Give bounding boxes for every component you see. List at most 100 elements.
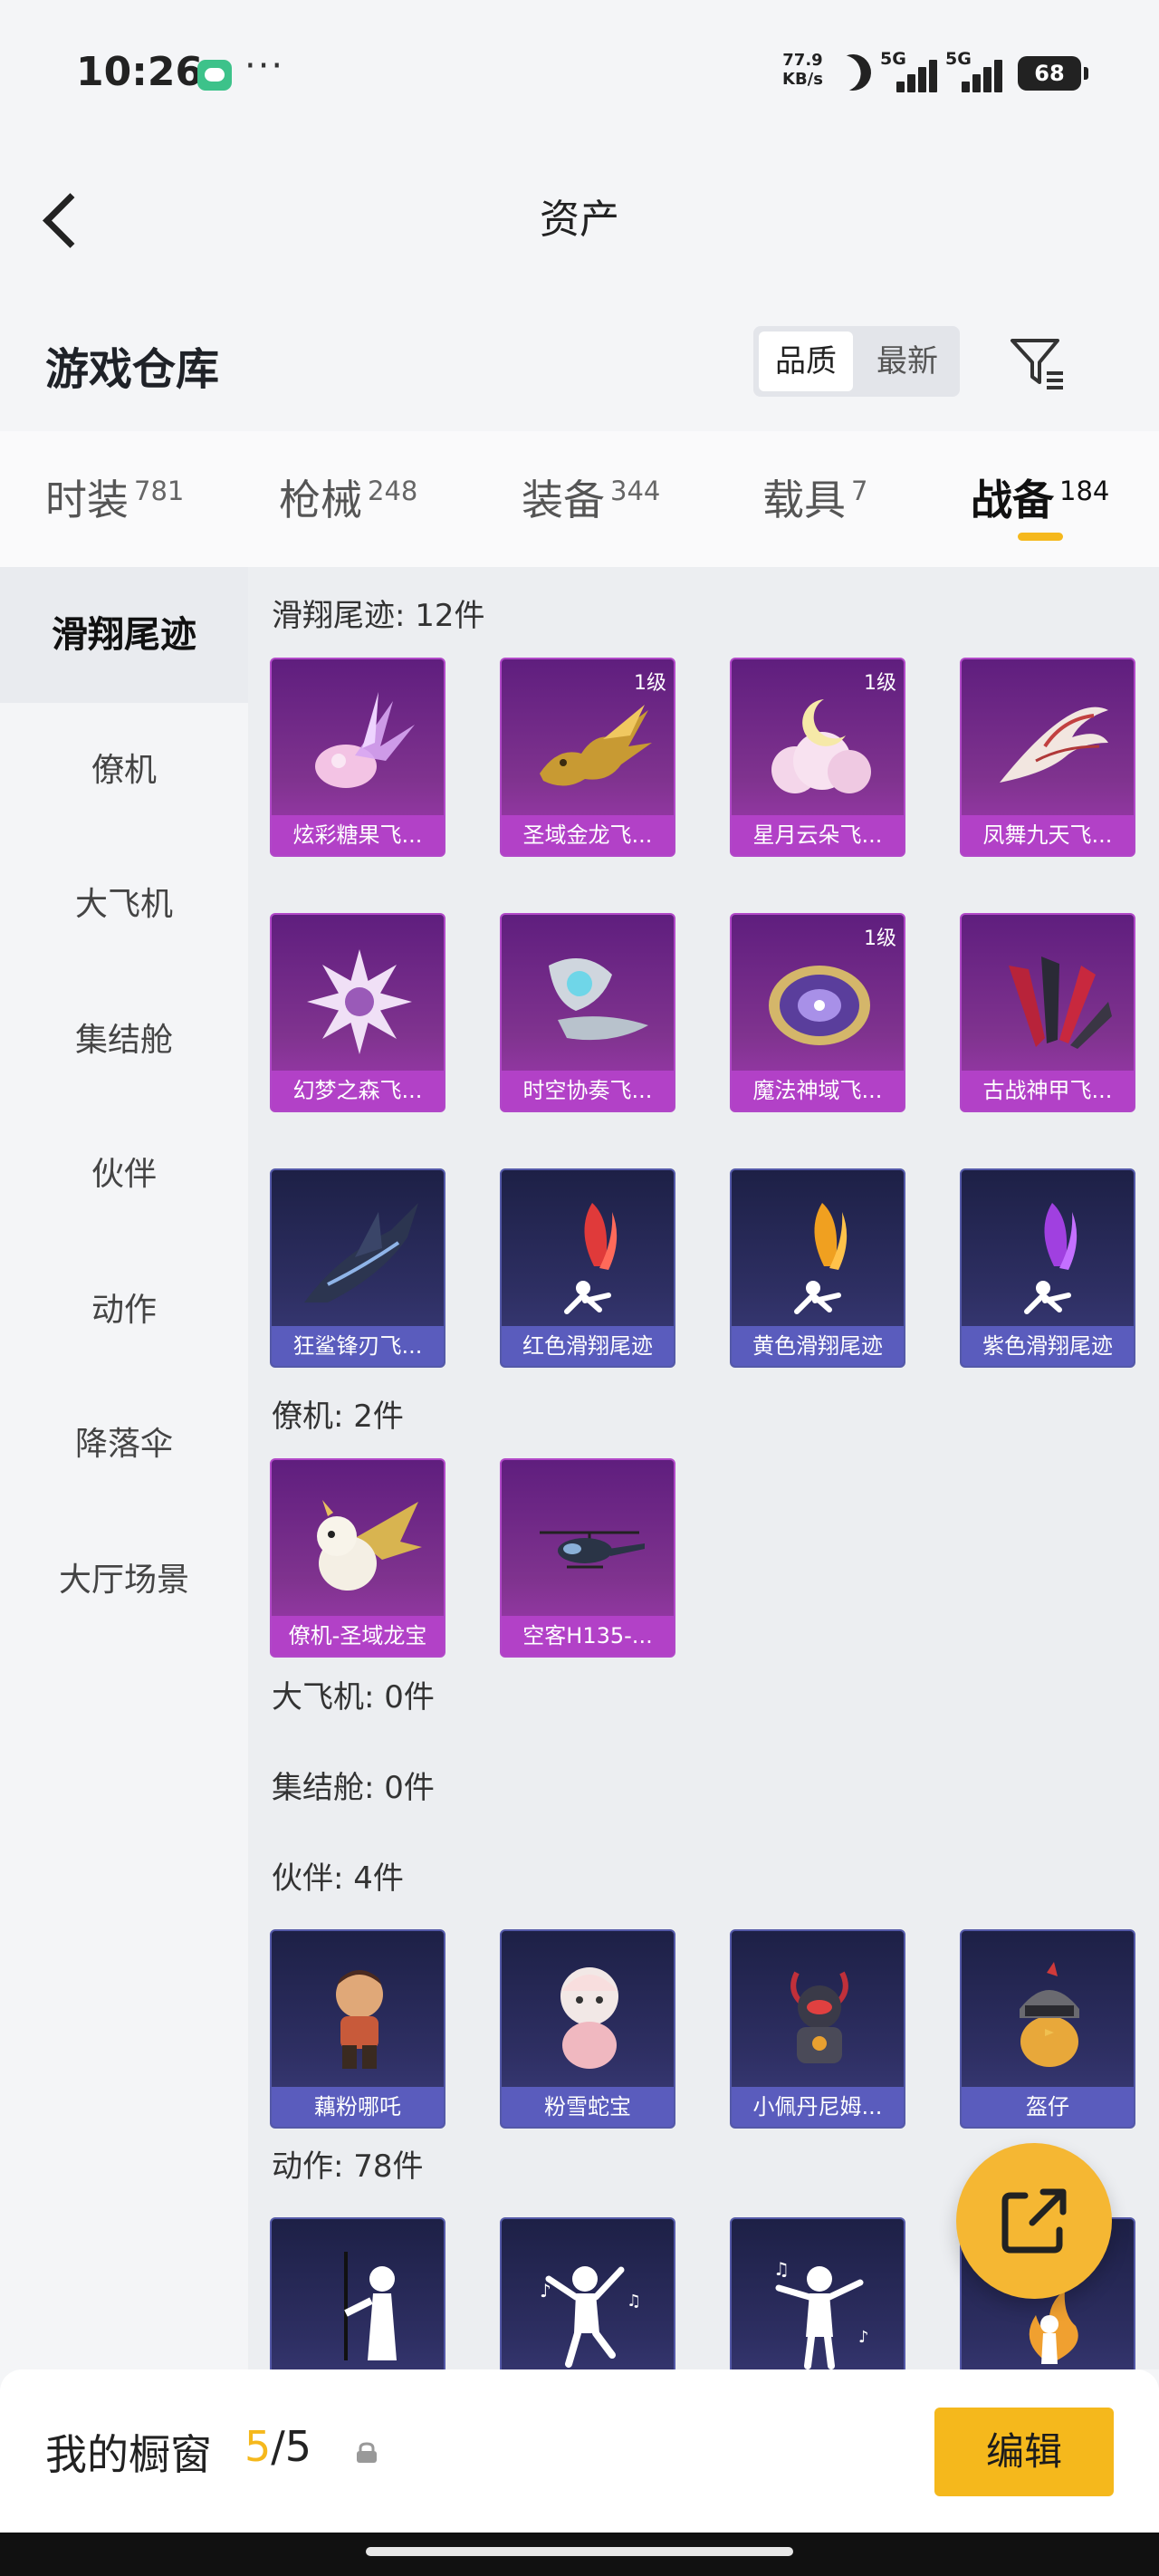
- item-card[interactable]: ♫ ♪: [730, 2217, 905, 2369]
- item-name: 魔法神域飞...: [732, 1071, 904, 1110]
- item-card[interactable]: 小佩丹尼姆...: [730, 1929, 905, 2129]
- item-card[interactable]: 紫色滑翔尾迹: [960, 1168, 1135, 1368]
- section-title-wingman: 僚机: 2件: [272, 1399, 404, 1435]
- battery-icon: 68: [1018, 56, 1088, 91]
- item-name: 黄色滑翔尾迹: [732, 1326, 904, 1366]
- item-card[interactable]: 炫彩糖果飞...: [270, 658, 445, 857]
- showcase-count: 5/5: [244, 2422, 311, 2471]
- section-title-glide-trail: 滑翔尾迹: 12件: [272, 598, 485, 634]
- yellow-smoke-icon: [794, 1203, 848, 1314]
- tab-readiness[interactable]: 战备 184: [971, 467, 1109, 527]
- sidebar-item-lobby-scene[interactable]: 大厅场景: [0, 1513, 248, 1648]
- helmet-chick-icon: [1020, 1962, 1079, 2067]
- sidebar-item-glide-trail[interactable]: 滑翔尾迹: [0, 567, 248, 703]
- item-grid: 滑翔尾迹: 12件 炫彩糖果飞... 1级 圣域金龙飞... 1级 星月云朵飞.…: [248, 567, 1159, 2369]
- item-card[interactable]: 藕粉哪吒: [270, 1929, 445, 2129]
- tab-firearms[interactable]: 枪械 248: [279, 467, 417, 527]
- item-card[interactable]: 凤舞九天飞...: [960, 658, 1135, 857]
- item-card[interactable]: 粉雪蛇宝: [500, 1929, 675, 2129]
- nezha-icon: [336, 1970, 383, 2069]
- warehouse-row: 游戏仓库 品质 最新: [0, 308, 1159, 417]
- filter-icon[interactable]: [1007, 332, 1068, 393]
- item-card[interactable]: 时空协奏飞...: [500, 913, 675, 1112]
- shark-blade-icon: [304, 1203, 418, 1302]
- page-title: 资产: [540, 197, 619, 243]
- bottom-bar: 我的橱窗 5/5 编辑: [0, 2369, 1159, 2533]
- phoenix-icon: [1000, 706, 1108, 783]
- svg-text:♪: ♪: [858, 2328, 869, 2347]
- tab-fashion[interactable]: 时装 781: [45, 467, 184, 527]
- sidebar-item-action[interactable]: 动作: [0, 1243, 248, 1379]
- edit-button[interactable]: 编辑: [934, 2408, 1114, 2496]
- signal-5g-icon: 5G: [880, 49, 938, 92]
- item-card[interactable]: [270, 2217, 445, 2369]
- sidebar-item-parachute[interactable]: 降落伞: [0, 1377, 248, 1513]
- item-name: 小佩丹尼姆...: [732, 2087, 904, 2127]
- item-card[interactable]: 空客H135-...: [500, 1458, 675, 1658]
- tab-count: 7: [851, 475, 868, 506]
- item-name: 炫彩糖果飞...: [272, 815, 444, 855]
- emote-music-icon: ♫ ♪: [773, 2258, 869, 2369]
- sidebar-item-capsule[interactable]: 集结舱: [0, 973, 248, 1109]
- tab-count: 781: [134, 475, 185, 506]
- item-name: 粉雪蛇宝: [502, 2087, 674, 2127]
- item-card[interactable]: 1级 魔法神域飞...: [730, 913, 905, 1112]
- signal-label: 5G: [880, 49, 906, 69]
- item-card[interactable]: 古战神甲飞...: [960, 913, 1135, 1112]
- item-level-badge: 1级: [864, 928, 896, 950]
- warehouse-title: 游戏仓库: [45, 344, 220, 395]
- item-card[interactable]: 1级 圣域金龙飞...: [500, 658, 675, 857]
- moon-cloud-icon: [771, 699, 871, 793]
- tab-label: 枪械: [279, 476, 362, 524]
- status-bar: 10:26 ··· 77.9 KB/s 5G 5G 68: [0, 0, 1159, 145]
- item-name: 时空协奏飞...: [502, 1071, 674, 1110]
- item-name: 凤舞九天飞...: [962, 815, 1134, 855]
- tab-equipment[interactable]: 装备 344: [522, 467, 660, 527]
- item-name: 紫色滑翔尾迹: [962, 1326, 1134, 1366]
- svg-text:♫: ♫: [627, 2292, 641, 2311]
- active-tab-indicator: [1018, 533, 1063, 541]
- sidebar: 滑翔尾迹 僚机 大飞机 集结舱 伙伴 动作 降落伞 大厅场景: [0, 567, 248, 2369]
- section-title-capsule: 集结舱: 0件: [272, 1770, 435, 1806]
- golden-dragon-icon: [540, 705, 652, 786]
- sidebar-item-wingman[interactable]: 僚机: [0, 703, 248, 839]
- purple-smoke-icon: [1024, 1203, 1078, 1314]
- showcase-label: 我的橱窗: [45, 2430, 212, 2479]
- item-card[interactable]: 狂鲨锋刃飞...: [270, 1168, 445, 1368]
- item-card[interactable]: 僚机-圣域龙宝: [270, 1458, 445, 1658]
- share-button[interactable]: [956, 2143, 1112, 2299]
- home-indicator[interactable]: [366, 2547, 793, 2556]
- sort-newest-button[interactable]: 最新: [860, 332, 954, 391]
- tab-count: 344: [610, 475, 661, 506]
- item-name: 红色滑翔尾迹: [502, 1326, 674, 1366]
- item-name: 狂鲨锋刃飞...: [272, 1326, 444, 1366]
- item-name: 星月云朵飞...: [732, 815, 904, 855]
- item-card[interactable]: 幻梦之森飞...: [270, 913, 445, 1112]
- helicopter-icon: [540, 1531, 645, 1569]
- item-level-badge: 1级: [864, 672, 896, 695]
- item-card[interactable]: 红色滑翔尾迹: [500, 1168, 675, 1368]
- network-speed: 77.9 KB/s: [782, 51, 823, 89]
- sort-quality-button[interactable]: 品质: [759, 332, 853, 391]
- network-speed-unit: KB/s: [782, 70, 823, 89]
- item-name: 古战神甲飞...: [962, 1071, 1134, 1110]
- item-card[interactable]: 黄色滑翔尾迹: [730, 1168, 905, 1368]
- item-card[interactable]: ♪ ♫: [500, 2217, 675, 2369]
- item-name: 空客H135-...: [502, 1616, 674, 1656]
- dragon-pet-icon: [317, 1500, 422, 1591]
- section-title-partner: 伙伴: 4件: [272, 1860, 404, 1897]
- item-card[interactable]: 1级 星月云朵飞...: [730, 658, 905, 857]
- sidebar-item-partner[interactable]: 伙伴: [0, 1107, 248, 1243]
- dream-flower-icon: [307, 949, 412, 1054]
- tab-label: 战备: [971, 476, 1054, 524]
- time-wing-icon: [549, 958, 648, 1041]
- sort-toggle: 品质 最新: [753, 326, 960, 397]
- item-level-badge: 1级: [634, 672, 666, 695]
- emote-dance-icon: ♪ ♫: [540, 2266, 641, 2368]
- emote-sword-icon: [344, 2252, 397, 2360]
- wechat-notification-icon: [197, 60, 232, 91]
- system-nav-area: [0, 2533, 1159, 2576]
- item-card[interactable]: 盔仔: [960, 1929, 1135, 2129]
- sidebar-item-big-plane[interactable]: 大飞机: [0, 837, 248, 973]
- tab-vehicles[interactable]: 载具 7: [762, 467, 867, 527]
